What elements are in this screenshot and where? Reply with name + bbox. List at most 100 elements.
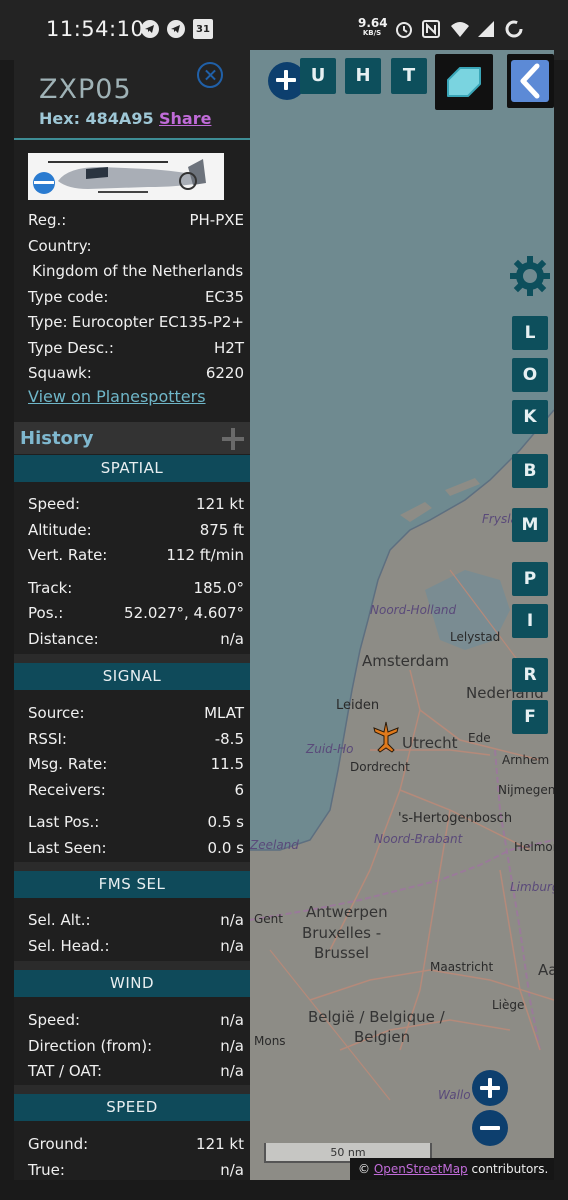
signal-rows: Source: MLAT RSSI: -8.5 Msg. Rate: 11.5 Rec…	[14, 700, 250, 860]
map-label: Zeeland	[250, 838, 299, 852]
calendar-icon: 31	[193, 19, 213, 39]
sync-icon	[505, 20, 523, 38]
map-label: Amsterdam	[362, 652, 450, 670]
data-row: Track: 185.0°	[28, 578, 244, 597]
map-label: Antwerpen	[306, 903, 388, 921]
map-label: Liège	[492, 998, 525, 1012]
toggle-b-button[interactable]: B	[512, 454, 548, 488]
map-attribution: © OpenStreetMap contributors.	[350, 1158, 554, 1180]
callsign: ZXP05	[39, 74, 132, 105]
map-label: Bruxelles -	[302, 924, 382, 942]
zoom-out-button[interactable]	[472, 1110, 508, 1146]
toggle-r-button[interactable]: R	[512, 658, 548, 692]
chevron-left-icon	[511, 60, 549, 102]
map-label: Noord-Brabant	[374, 832, 463, 846]
map-label: Lelystad	[450, 630, 501, 644]
wind-rows: Speed: n/a Direction (from): n/a TAT / OAT…	[14, 1007, 250, 1084]
map-label: Leiden	[336, 698, 380, 713]
data-row: Ground: 121 kt	[28, 1135, 244, 1153]
openstreetmap-link[interactable]: OpenStreetMap	[374, 1162, 468, 1176]
map-label: Belgien	[354, 1028, 411, 1046]
wifi-icon	[451, 22, 469, 37]
status-time: 11:54:10	[46, 17, 145, 41]
aircraft-header: ZXP05 Hex: 484A95 Share	[14, 50, 250, 140]
detail-row: Kingdom of the Netherlands	[32, 262, 244, 280]
data-row: True: n/a	[28, 1160, 244, 1179]
data-row: RSSI: -8.5	[28, 729, 244, 748]
data-row: Msg. Rate: 11.5	[28, 755, 244, 773]
aircraft-info-panel: ZXP05 Hex: 484A95 Share Reg.: PH-PXE Coun…	[14, 50, 250, 1180]
map-label: Zuid-Ho	[306, 742, 354, 756]
app-window: Fryslân Noord-Holland Lelystad Amsterdam…	[14, 50, 554, 1180]
section-signal: SIGNAL	[14, 663, 250, 690]
spatial-rows: Speed: 121 kt Altitude: 875 ft Vert. Rate:…	[14, 491, 250, 651]
layers-button[interactable]	[435, 54, 493, 110]
data-row: Vert. Rate: 112 ft/min	[28, 546, 244, 564]
map-label: Helmond	[514, 840, 554, 854]
detail-row: Type: Eurocopter EC135-P2+	[28, 313, 244, 331]
alarm-icon	[396, 22, 412, 38]
data-row: Last Seen: 0.0 s	[28, 838, 244, 857]
toggle-o-button[interactable]: O	[512, 358, 548, 392]
data-row: Distance: n/a	[28, 629, 244, 648]
data-row: Pos.: 52.027°, 4.607°	[28, 604, 244, 622]
data-row: Speed: 121 kt	[28, 495, 244, 513]
back-button[interactable]	[507, 54, 554, 108]
map-label: Noord-Holland	[370, 603, 457, 617]
toggle-l-button[interactable]: L	[512, 316, 548, 350]
map-label: Nijmegen	[498, 783, 554, 797]
section-fms-sel: FMS SEL	[14, 871, 250, 898]
toggle-t-button[interactable]: T	[391, 58, 427, 94]
hex-code: Hex: 484A95	[39, 109, 154, 128]
close-icon[interactable]	[197, 62, 223, 88]
zoom-in-button[interactable]	[472, 1070, 508, 1106]
map-label: Ede	[468, 731, 491, 745]
plus-icon[interactable]	[222, 428, 244, 450]
toggle-h-button[interactable]: H	[345, 58, 381, 94]
share-link[interactable]: Share	[159, 109, 211, 128]
toggle-k-button[interactable]: K	[512, 400, 548, 434]
map-label: Limburg	[510, 880, 554, 894]
toggle-p-button[interactable]: P	[512, 562, 548, 596]
aircraft-marker-icon[interactable]	[372, 720, 400, 754]
fms-rows: Sel. Alt.: n/a Sel. Head.: n/a	[14, 907, 250, 958]
data-row: Last Pos.: 0.5 s	[28, 813, 244, 831]
nfc-icon	[422, 20, 440, 38]
speed-rows: Ground: 121 kt True: n/a	[14, 1131, 250, 1180]
settings-gear-icon[interactable]	[508, 254, 552, 298]
data-row: TAT / OAT: n/a	[28, 1062, 244, 1080]
toggle-m-button[interactable]: M	[512, 508, 548, 542]
map-label: Arnhem	[502, 753, 550, 767]
map-label: 's-Hertogenbosch	[398, 811, 513, 826]
signal-icon	[478, 21, 494, 37]
data-row: Receivers: 6	[28, 780, 244, 799]
toggle-f-button[interactable]: F	[512, 700, 548, 734]
layers-icon	[447, 67, 481, 97]
section-spatial: SPATIAL	[14, 455, 250, 482]
map-label: Aac	[538, 961, 554, 979]
data-row: Sel. Head.: n/a	[28, 936, 244, 955]
data-row: Sel. Alt.: n/a	[28, 911, 244, 929]
data-row: Speed: n/a	[28, 1011, 244, 1029]
toggle-u-button[interactable]: U	[300, 58, 336, 94]
planespotters-link[interactable]: View on Planespotters	[28, 387, 206, 406]
map-label: Utrecht	[402, 734, 458, 752]
detail-row: Country:	[28, 236, 92, 255]
detail-row: Type Desc.: H2T	[28, 338, 244, 357]
map-label: Brussel	[314, 944, 369, 962]
toggle-i-button[interactable]: I	[512, 604, 548, 638]
section-speed: SPEED	[14, 1094, 250, 1121]
net-speed: 9.64 KB/S	[358, 16, 388, 37]
aircraft-photo[interactable]	[28, 153, 224, 200]
history-title: History	[20, 428, 94, 449]
history-bar[interactable]: History	[14, 422, 250, 454]
detail-row: Type code: EC35	[28, 287, 244, 306]
map-label: Dordrecht	[350, 760, 410, 774]
map-label: Mons	[254, 1034, 286, 1048]
telegram-icon	[167, 20, 185, 38]
map-view[interactable]: Fryslân Noord-Holland Lelystad Amsterdam…	[250, 50, 554, 1180]
detail-row: Squawk: 6220	[28, 364, 244, 382]
aircraft-details: Reg.: PH-PXE Country: Kingdom of the Neth…	[14, 207, 250, 386]
data-row: Direction (from): n/a	[28, 1036, 244, 1055]
map-label: België / Belgique /	[308, 1008, 445, 1026]
